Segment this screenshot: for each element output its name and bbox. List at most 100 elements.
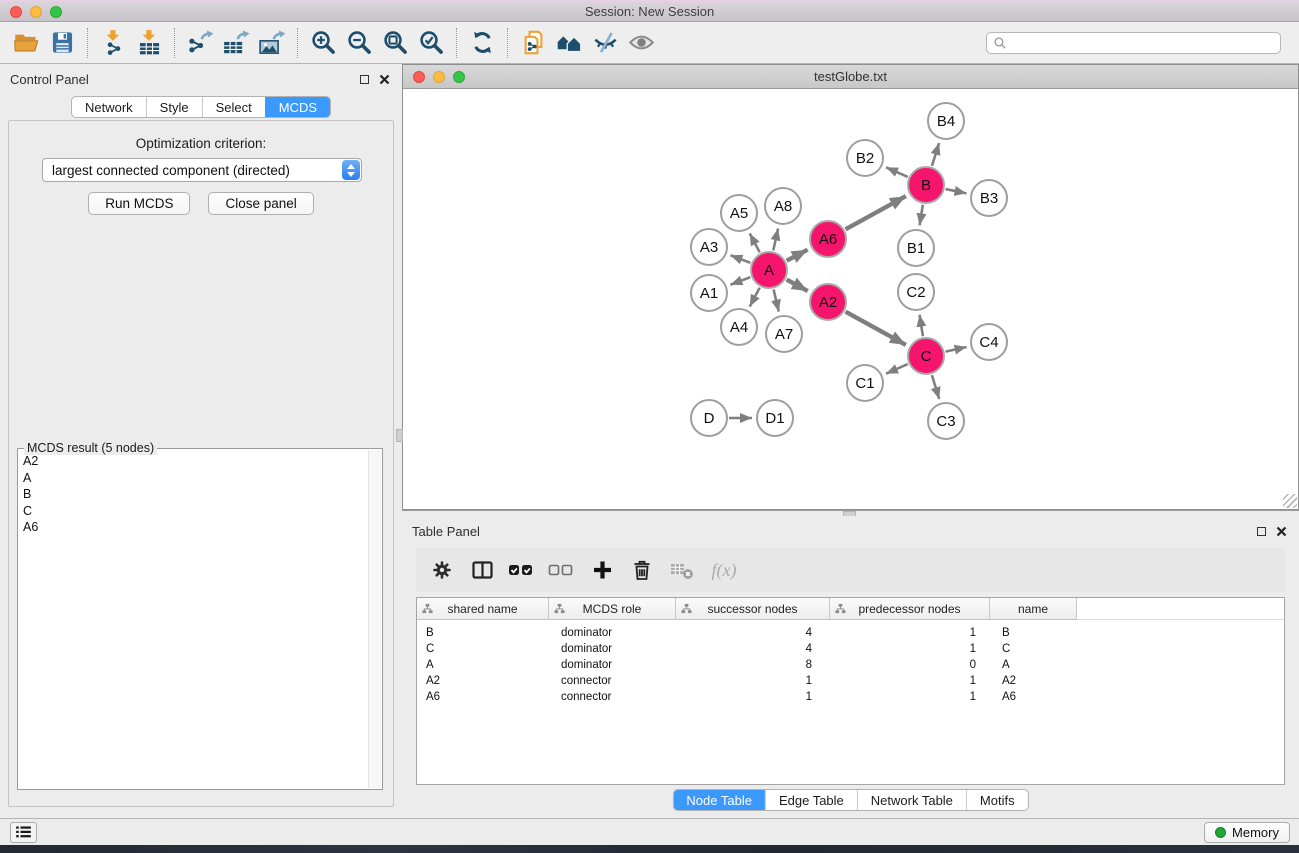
tab-style[interactable]: Style: [146, 97, 202, 117]
reset-view-button[interactable]: [551, 26, 587, 60]
network-window-titlebar[interactable]: testGlobe.txt: [403, 65, 1298, 89]
import-table-button[interactable]: [131, 26, 167, 60]
table-row[interactable]: Adominator80A: [417, 657, 1284, 673]
window-resize-grip[interactable]: [1283, 494, 1297, 508]
close-table-panel-button[interactable]: [1276, 526, 1287, 537]
graph-node-C[interactable]: C: [907, 337, 945, 375]
show-task-history-button[interactable]: [10, 822, 37, 843]
graph-node-A1[interactable]: A1: [690, 274, 728, 312]
tab-select[interactable]: Select: [202, 97, 265, 117]
zoom-fit-button[interactable]: [377, 26, 413, 60]
graph-edge-A-A5[interactable]: [750, 233, 760, 252]
graph-edge-A2-C[interactable]: [846, 312, 906, 345]
table-row[interactable]: Bdominator41B: [417, 625, 1284, 641]
column-header-successor-nodes[interactable]: successor nodes: [676, 598, 830, 620]
mcds-result-item[interactable]: A2: [20, 453, 367, 470]
close-panel-action-button[interactable]: Close panel: [208, 192, 313, 215]
export-image-button[interactable]: [254, 26, 290, 60]
zoom-selected-button[interactable]: [413, 26, 449, 60]
graph-node-A4[interactable]: A4: [720, 308, 758, 346]
float-panel-button[interactable]: [360, 75, 369, 84]
vertical-split-handle[interactable]: [396, 429, 403, 442]
graph-node-A3[interactable]: A3: [690, 228, 728, 266]
optimization-criterion-select[interactable]: largest connected component (directed): [42, 158, 362, 182]
mcds-result-item[interactable]: A: [20, 470, 367, 487]
table-row[interactable]: Cdominator41C: [417, 641, 1284, 657]
graph-node-B3[interactable]: B3: [970, 179, 1008, 217]
graph-edge-B-B4[interactable]: [932, 143, 939, 166]
delete-columns-button[interactable]: [622, 552, 662, 588]
function-builder-button[interactable]: f(x): [702, 552, 742, 588]
save-session-button[interactable]: [44, 26, 80, 60]
create-network-from-selection-button[interactable]: [515, 26, 551, 60]
open-session-button[interactable]: [8, 26, 44, 60]
add-column-button[interactable]: [582, 552, 622, 588]
graph-edge-A-A2[interactable]: [787, 280, 808, 291]
graph-node-C4[interactable]: C4: [970, 323, 1008, 361]
graph-edge-A-A3[interactable]: [730, 255, 750, 263]
result-list-scrollbar[interactable]: [368, 450, 381, 788]
graph-node-D1[interactable]: D1: [756, 399, 794, 437]
graph-node-B4[interactable]: B4: [927, 102, 965, 140]
close-panel-button[interactable]: [379, 74, 390, 85]
graph-edge-C-C2[interactable]: [920, 315, 923, 337]
select-all-columns-button[interactable]: [502, 552, 542, 588]
graph-edge-C-C4[interactable]: [946, 347, 967, 352]
graph-node-A7[interactable]: A7: [765, 315, 803, 353]
table-settings-button[interactable]: [422, 552, 462, 588]
tab-network-table[interactable]: Network Table: [857, 790, 966, 810]
graph-edge-A-A8[interactable]: [773, 228, 778, 250]
graph-node-B1[interactable]: B1: [897, 229, 935, 267]
float-table-panel-button[interactable]: [1257, 527, 1266, 536]
search-box[interactable]: [986, 32, 1281, 54]
tab-node-table[interactable]: Node Table: [673, 790, 765, 810]
graph-edge-C-C3[interactable]: [932, 375, 939, 399]
column-header-name[interactable]: name: [990, 598, 1077, 620]
export-table-button[interactable]: [218, 26, 254, 60]
graph-node-A2[interactable]: A2: [809, 283, 847, 321]
graph-node-A8[interactable]: A8: [764, 187, 802, 225]
refresh-view-button[interactable]: [464, 26, 500, 60]
hide-graphics-details-button[interactable]: [587, 26, 623, 60]
graph-edge-A-A1[interactable]: [730, 277, 750, 285]
graph-node-C3[interactable]: C3: [927, 402, 965, 440]
run-mcds-button[interactable]: Run MCDS: [88, 192, 190, 215]
graph-node-C2[interactable]: C2: [897, 273, 935, 311]
graph-node-D[interactable]: D: [690, 399, 728, 437]
column-header-shared-name[interactable]: shared name: [417, 598, 549, 620]
mcds-result-item[interactable]: C: [20, 503, 367, 520]
memory-status-button[interactable]: Memory: [1204, 822, 1290, 843]
graph-edge-B-B1[interactable]: [920, 205, 923, 226]
unselect-all-columns-button[interactable]: [542, 552, 582, 588]
tab-edge-table[interactable]: Edge Table: [765, 790, 857, 810]
graph-edge-A-A7[interactable]: [774, 289, 779, 311]
graph-node-A6[interactable]: A6: [809, 220, 847, 258]
column-header-mcds-role[interactable]: MCDS role: [549, 598, 676, 620]
mcds-result-item[interactable]: A6: [20, 519, 367, 536]
delete-table-button[interactable]: [662, 552, 702, 588]
graph-edge-C-C1[interactable]: [886, 364, 908, 374]
graph-node-A[interactable]: A: [750, 251, 788, 289]
import-network-button[interactable]: [95, 26, 131, 60]
graph-edge-B-B3[interactable]: [946, 189, 967, 193]
graph-edge-A-A4[interactable]: [750, 288, 760, 307]
tab-network[interactable]: Network: [72, 97, 146, 117]
graph-edge-B-B2[interactable]: [886, 167, 908, 177]
graph-edge-A6-B[interactable]: [846, 196, 906, 229]
zoom-out-button[interactable]: [341, 26, 377, 60]
network-canvas[interactable]: B4B2BB3A8A5A6A3B1AA1C2A2A4A7C4CC1DD1C3: [403, 89, 1298, 509]
show-columns-button[interactable]: [462, 552, 502, 588]
show-graphics-details-button[interactable]: [623, 26, 659, 60]
graph-node-A5[interactable]: A5: [720, 194, 758, 232]
table-row[interactable]: A6connector11A6: [417, 689, 1284, 705]
column-header-predecessor-nodes[interactable]: predecessor nodes: [830, 598, 990, 620]
table-row[interactable]: A2connector11A2: [417, 673, 1284, 689]
graph-node-B2[interactable]: B2: [846, 139, 884, 177]
tab-mcds[interactable]: MCDS: [265, 97, 330, 117]
graph-edge-A-A6[interactable]: [787, 250, 808, 261]
tab-motifs[interactable]: Motifs: [966, 790, 1028, 810]
mcds-result-item[interactable]: B: [20, 486, 367, 503]
zoom-in-button[interactable]: [305, 26, 341, 60]
export-network-button[interactable]: [182, 26, 218, 60]
graph-node-B[interactable]: B: [907, 166, 945, 204]
